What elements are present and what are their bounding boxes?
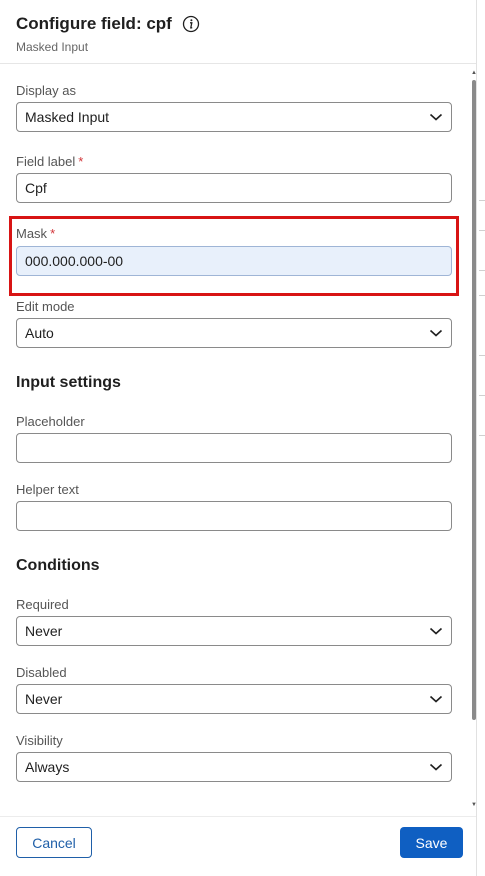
- placeholder-input[interactable]: [16, 433, 452, 463]
- chevron-down-icon: [429, 626, 443, 636]
- panel-header: Configure field: cpf: [16, 14, 200, 34]
- required-select[interactable]: Never: [16, 616, 452, 646]
- placeholder-label: Placeholder: [16, 414, 85, 429]
- disabled-value: Never: [25, 691, 63, 707]
- edge-tick: [479, 435, 485, 436]
- helper-text-label: Helper text: [16, 482, 79, 497]
- edge-tick: [479, 230, 485, 231]
- chevron-down-icon: [429, 762, 443, 772]
- required-asterisk: *: [50, 226, 56, 241]
- visibility-label: Visibility: [16, 733, 63, 748]
- cancel-button[interactable]: Cancel: [16, 827, 92, 858]
- edit-mode-label: Edit mode: [16, 299, 75, 314]
- edit-mode-value: Auto: [25, 325, 54, 341]
- display-as-select[interactable]: Masked Input: [16, 102, 452, 132]
- visibility-value: Always: [25, 759, 70, 775]
- chevron-down-icon: [429, 694, 443, 704]
- edge-tick: [479, 200, 485, 201]
- save-button[interactable]: Save: [400, 827, 463, 858]
- input-settings-heading: Input settings: [16, 374, 121, 391]
- required-asterisk: *: [78, 154, 84, 169]
- panel-subtitle: Masked Input: [16, 40, 89, 54]
- edit-mode-select[interactable]: Auto: [16, 318, 452, 348]
- edge-tick: [479, 295, 485, 296]
- background-page-edge: [476, 0, 485, 876]
- visibility-select[interactable]: Always: [16, 752, 452, 782]
- display-as-value: Masked Input: [25, 109, 110, 125]
- chevron-down-icon: [429, 112, 443, 122]
- display-as-label: Display as: [16, 83, 76, 98]
- disabled-label: Disabled: [16, 665, 67, 680]
- field-label-label-text: Field label: [16, 154, 76, 169]
- helper-text-input[interactable]: [16, 501, 452, 531]
- required-value: Never: [25, 623, 63, 639]
- field-label-input[interactable]: Cpf: [16, 173, 452, 203]
- edge-tick: [479, 270, 485, 271]
- chevron-down-icon: [429, 328, 443, 338]
- info-icon[interactable]: [182, 15, 200, 33]
- disabled-select[interactable]: Never: [16, 684, 452, 714]
- required-label: Required: [16, 597, 69, 612]
- field-label-label: Field label *: [16, 154, 83, 169]
- configure-field-panel: Configure field: cpf Masked Input Displa…: [0, 0, 477, 876]
- header-divider: [0, 63, 476, 64]
- mask-input[interactable]: 000.000.000-00: [16, 246, 452, 276]
- mask-value: 000.000.000-00: [25, 253, 124, 269]
- mask-label-text: Mask: [16, 226, 48, 241]
- panel-title: Configure field: cpf: [16, 14, 172, 33]
- edge-tick: [479, 395, 485, 396]
- conditions-heading: Conditions: [16, 557, 100, 574]
- footer-divider: [0, 816, 476, 817]
- field-label-value: Cpf: [25, 180, 47, 196]
- mask-label: Mask *: [16, 226, 55, 241]
- edge-tick: [479, 355, 485, 356]
